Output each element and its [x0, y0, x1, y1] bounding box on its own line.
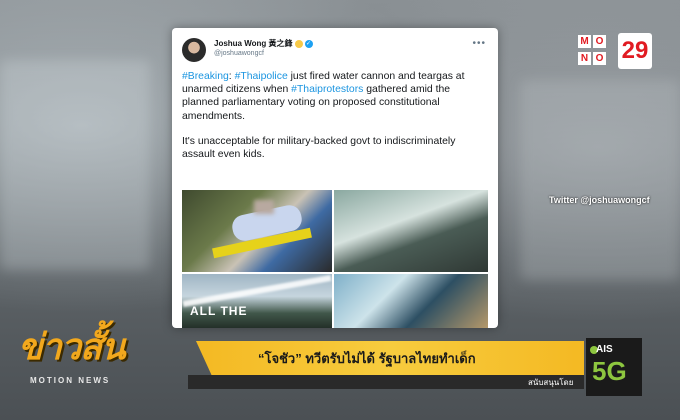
sponsor-brand: AIS	[596, 344, 613, 355]
more-options-icon[interactable]: •••	[472, 38, 486, 49]
hashtag-link[interactable]: #Breaking	[182, 71, 229, 82]
tweet-card: Joshua Wong 黃之鋒 ✓ @joshuawongcf ••• #Brea…	[172, 28, 498, 328]
tweet-author-handle[interactable]: @joshuawongcf	[214, 50, 264, 57]
tweet-text: #Breaking: #Thaipolice just fired water …	[182, 70, 488, 173]
sponsor-logo: AIS 5G	[586, 338, 642, 396]
hashtag-link[interactable]: #Thaiprotestors	[291, 84, 363, 95]
logo-letter-2: O	[593, 35, 606, 48]
avatar[interactable]	[182, 38, 206, 62]
verified-badge-icon: ✓	[304, 39, 313, 48]
lower-third-strip	[188, 375, 584, 389]
channel-logo: M O N O 29	[578, 33, 652, 69]
author-name-text: Joshua Wong 黃之鋒	[214, 39, 293, 48]
tweet-photo-street[interactable]: ALL THE	[182, 274, 332, 328]
logo-letter-4: O	[593, 52, 606, 65]
sponsor-product: 5G	[592, 356, 627, 386]
tweet-photo-stretcher[interactable]	[182, 190, 332, 272]
photo-blurred-face	[254, 200, 274, 214]
tweet-header: Joshua Wong 黃之鋒 ✓ @joshuawongcf •••	[182, 36, 488, 66]
sponsor-label: สนับสนุนโดย	[528, 378, 574, 387]
tweet-photo-water-cannon[interactable]	[334, 190, 488, 272]
background-blur-left	[0, 60, 150, 270]
show-subtitle: MOTION NEWS	[30, 376, 111, 385]
logo-number: 29	[618, 33, 652, 69]
photo-water-spray	[182, 275, 332, 307]
tweet-paragraph-1: #Breaking: #Thaipolice just fired water …	[182, 70, 488, 123]
news-headline: “โจชัว” ทวีตรับไม่ได้ รัฐบาลไทยทำเด็ก	[258, 351, 476, 366]
photo-watermark-text: ALL THE	[190, 304, 248, 318]
logo-letter-3: N	[578, 52, 591, 65]
emoji-icon	[294, 39, 303, 48]
background-blur-right	[520, 80, 680, 280]
hashtag-link[interactable]: #Thaipolice	[235, 71, 288, 82]
show-title: ข่าวสั้น	[18, 326, 126, 367]
tweet-media-grid: ALL THE	[182, 190, 488, 328]
source-credit: Twitter @joshuawongcf	[549, 195, 650, 205]
logo-letter-1: M	[578, 35, 591, 48]
tweet-photo-crowd[interactable]	[334, 274, 488, 328]
tweet-paragraph-2: It's unacceptable for military-backed go…	[182, 135, 456, 161]
tweet-author-name[interactable]: Joshua Wong 黃之鋒 ✓	[214, 38, 313, 49]
